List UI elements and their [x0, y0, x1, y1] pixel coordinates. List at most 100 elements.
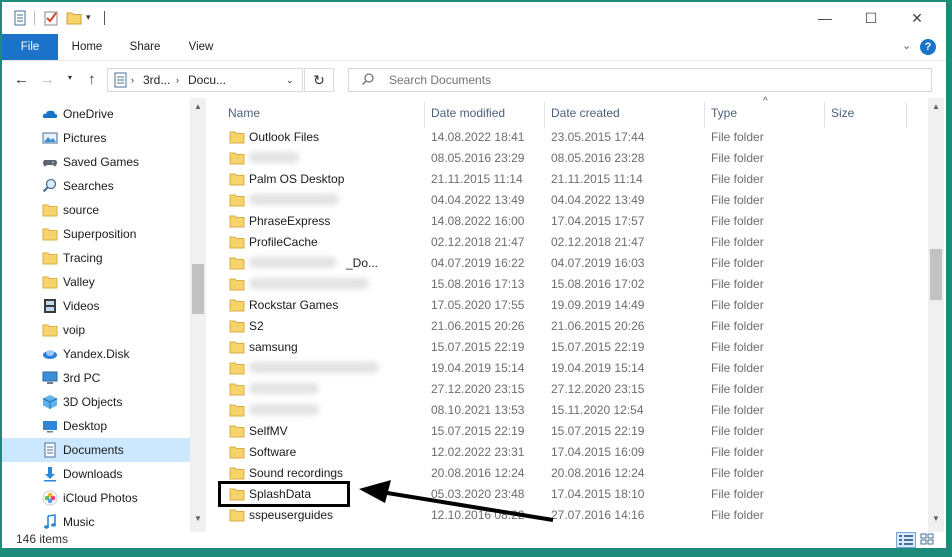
minimize-button[interactable]: —	[802, 2, 848, 34]
forward-arrow-icon[interactable]: →	[40, 71, 55, 88]
large-icons-view-button[interactable]	[918, 532, 938, 548]
expand-ribbon-icon[interactable]: ⌄	[902, 39, 911, 52]
nav-scroll-thumb[interactable]	[192, 264, 204, 314]
nav-item-3rd-pc[interactable]: 3rd PC	[2, 366, 190, 390]
nav-item-onedrive[interactable]: OneDrive	[2, 102, 190, 126]
file-row[interactable]: Software 12.02.2022 23:31 17.04.2015 16:09…	[206, 442, 924, 463]
file-type: File folder	[711, 193, 764, 207]
close-button[interactable]: ✕	[894, 2, 940, 34]
column-divider[interactable]	[906, 102, 907, 128]
maximize-button[interactable]: ☐	[848, 2, 894, 34]
file-row[interactable]: Outlook Files 14.08.2022 18:41 23.05.2015 …	[206, 127, 924, 148]
icloud-photos-icon	[42, 490, 58, 506]
column-header-size[interactable]: Size	[831, 98, 854, 128]
scroll-down-icon[interactable]: ▼	[928, 514, 944, 523]
scroll-down-icon[interactable]: ▼	[190, 514, 206, 523]
scroll-up-icon[interactable]: ▲	[928, 102, 944, 111]
tab-share[interactable]: Share	[118, 34, 172, 60]
file-row[interactable]: 15.08.2016 17:13 15.08.2016 17:02 File fol…	[206, 274, 924, 295]
file-type: File folder	[711, 130, 764, 144]
new-folder-icon[interactable]	[66, 10, 82, 26]
tab-file[interactable]: File	[2, 34, 58, 60]
nav-item-pictures[interactable]: Pictures	[2, 126, 190, 150]
tab-home[interactable]: Home	[60, 34, 114, 60]
column-header-type[interactable]: Type	[711, 98, 737, 128]
address-bar[interactable]: › 3rd... › Docu... ⌄	[107, 68, 303, 92]
search-icon	[361, 72, 375, 89]
file-row[interactable]: 08.10.2021 13:53 15.11.2020 12:54 File fol…	[206, 400, 924, 421]
tab-view[interactable]: View	[174, 34, 228, 60]
file-type: File folder	[711, 403, 764, 417]
search-input[interactable]	[387, 72, 911, 88]
file-row[interactable]: ProfileCache 02.12.2018 21:47 02.12.2018 2…	[206, 232, 924, 253]
nav-item-valley[interactable]: Valley	[2, 270, 190, 294]
scroll-up-icon[interactable]: ▲	[190, 102, 206, 111]
file-name: samsung	[249, 340, 298, 354]
properties-icon[interactable]	[12, 10, 28, 26]
column-divider[interactable]	[424, 102, 425, 128]
nav-item-superposition[interactable]: Superposition	[2, 222, 190, 246]
column-header-name[interactable]: Name	[228, 98, 260, 128]
nav-scrollbar[interactable]: ▲ ▼	[190, 98, 206, 532]
date-created: 21.11.2015 11:14	[551, 172, 643, 186]
status-bar: 146 items	[2, 532, 946, 548]
search-box[interactable]	[348, 68, 932, 92]
documents-icon	[42, 442, 58, 458]
checkmark-icon[interactable]	[43, 10, 59, 26]
date-created: 08.05.2016 23:28	[551, 151, 645, 165]
breadcrumb-3rd-pc[interactable]: 3rd...	[143, 73, 170, 87]
nav-item-icloud-photos[interactable]: iCloud Photos	[2, 486, 190, 510]
help-icon[interactable]: ?	[920, 39, 936, 55]
nav-item-downloads[interactable]: Downloads	[2, 462, 190, 486]
back-arrow-icon[interactable]: ←	[14, 71, 29, 88]
file-row[interactable]: PhraseExpress 14.08.2022 16:00 17.04.2015 …	[206, 211, 924, 232]
file-type: File folder	[711, 487, 764, 501]
pc-icon	[42, 370, 58, 386]
nav-item-tracing[interactable]: Tracing	[2, 246, 190, 270]
file-row[interactable]: Palm OS Desktop 21.11.2015 11:14 21.11.201…	[206, 169, 924, 190]
date-created: 15.07.2015 22:19	[551, 424, 645, 438]
breadcrumb-documents[interactable]: Docu...	[188, 73, 226, 87]
nav-item-source[interactable]: source	[2, 198, 190, 222]
nav-item-yandex-disk[interactable]: Yandex.Disk	[2, 342, 190, 366]
file-row[interactable]: samsung 15.07.2015 22:19 15.07.2015 22:19 F…	[206, 337, 924, 358]
file-row[interactable]: 19.04.2019 15:14 19.04.2019 15:14 File fol…	[206, 358, 924, 379]
file-list-scrollbar[interactable]: ▲ ▼	[928, 98, 944, 532]
nav-item-voip[interactable]: voip	[2, 318, 190, 342]
file-row[interactable]: 08.05.2016 23:29 08.05.2016 23:28 File fol…	[206, 148, 924, 169]
folder-icon	[42, 202, 58, 218]
column-header-date-modified[interactable]: Date modified	[431, 98, 505, 128]
file-row[interactable]: Rockstar Games 17.05.2020 17:55 19.09.2019…	[206, 295, 924, 316]
file-row[interactable]: sspeuserguides 12.10.2016 08:22 27.07.2016…	[206, 505, 924, 526]
nav-item-music[interactable]: Music	[2, 510, 190, 534]
up-arrow-icon[interactable]: ↑	[88, 71, 96, 88]
file-type: File folder	[711, 361, 764, 375]
nav-item-documents[interactable]: Documents	[2, 438, 190, 462]
file-row[interactable]: 04.04.2022 13:49 04.04.2022 13:49 File fol…	[206, 190, 924, 211]
nav-item-saved-games[interactable]: Saved Games	[2, 150, 190, 174]
customize-toolbar-icon[interactable]: ▾	[86, 12, 102, 28]
nav-item-desktop[interactable]: Desktop	[2, 414, 190, 438]
address-dropdown-icon[interactable]: ⌄	[286, 75, 294, 86]
file-list-scroll-thumb[interactable]	[930, 249, 942, 300]
file-row[interactable]: _Do... 04.07.2019 16:22 04.07.2019 16:03 Fi…	[206, 253, 924, 274]
file-name: Software	[249, 445, 297, 459]
column-divider[interactable]	[704, 102, 705, 128]
file-row[interactable]: S2 21.06.2015 20:26 21.06.2015 20:26 File f…	[206, 316, 924, 337]
yandex-disk-icon	[42, 346, 58, 362]
file-row[interactable]: SelfMV 15.07.2015 22:19 15.07.2015 22:19 Fi…	[206, 421, 924, 442]
nav-item-videos[interactable]: Videos	[2, 294, 190, 318]
column-divider[interactable]	[544, 102, 545, 128]
refresh-button[interactable]: ↻	[304, 68, 334, 92]
nav-item-3d-objects[interactable]: 3D Objects	[2, 390, 190, 414]
recent-locations-icon[interactable]: ▾	[68, 73, 72, 82]
file-type: File folder	[711, 340, 764, 354]
explorer-window: ▾ — ☐ ✕ File Home Share View ⌄ ? ← → ▾ ↑…	[2, 2, 946, 548]
column-header-date-created[interactable]: Date created	[551, 98, 620, 128]
pictures-icon	[42, 130, 58, 146]
details-view-button[interactable]	[896, 532, 916, 548]
date-modified: 14.08.2022 18:41	[431, 130, 525, 144]
file-row[interactable]: 27.12.2020 23:15 27.12.2020 23:15 File fol…	[206, 379, 924, 400]
nav-item-searches[interactable]: Searches	[2, 174, 190, 198]
column-divider[interactable]	[824, 102, 825, 128]
